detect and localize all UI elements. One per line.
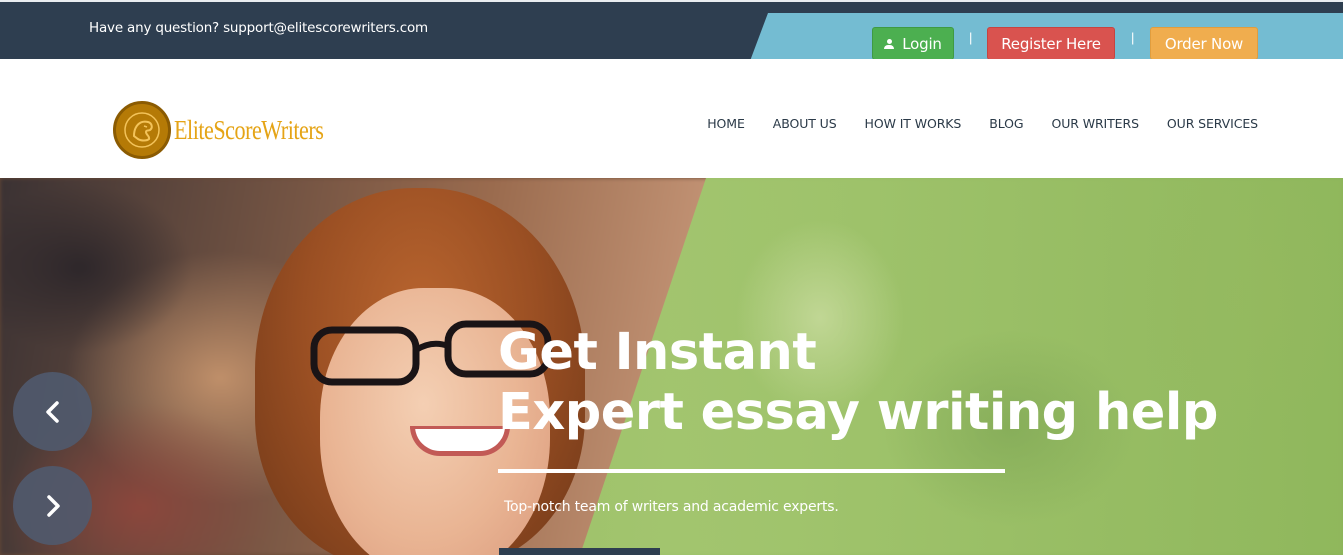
slider-prev-button[interactable] — [13, 372, 92, 451]
top-bar: Have any question? support@elitescorewri… — [0, 0, 1343, 61]
hero-photo-smile — [410, 426, 510, 456]
slider-next-button[interactable] — [13, 466, 92, 545]
nav-item-home[interactable]: HOME — [707, 116, 745, 131]
nav-item-how-it-works[interactable]: HOW IT WORKS — [865, 116, 962, 131]
main-nav: HOME ABOUT US HOW IT WORKS BLOG OUR WRIT… — [679, 116, 1258, 131]
hero-heading: Get Instant Expert essay writing help — [498, 323, 1218, 443]
register-button[interactable]: Register Here — [987, 27, 1115, 60]
main-navbar: EliteScoreWriters HOME ABOUT US HOW IT W… — [0, 59, 1343, 178]
lion-head-icon — [113, 101, 171, 159]
user-icon — [884, 38, 895, 49]
hero-heading-line2: Expert essay writing help — [498, 383, 1218, 442]
nav-item-our-services[interactable]: OUR SERVICES — [1167, 116, 1258, 131]
order-now-button[interactable]: Order Now — [1150, 27, 1258, 60]
hero-divider — [498, 469, 1005, 473]
hero-cta-button[interactable] — [499, 548, 660, 555]
contact-question: Have any question? support@elitescorewri… — [89, 20, 428, 36]
site-logo[interactable]: EliteScoreWriters — [113, 101, 356, 159]
nav-item-about-us[interactable]: ABOUT US — [773, 116, 837, 131]
hero-slider: Get Instant Expert essay writing help To… — [0, 178, 1343, 555]
nav-item-our-writers[interactable]: OUR WRITERS — [1051, 116, 1139, 131]
separator: | — [1131, 30, 1135, 45]
chevron-left-icon — [45, 400, 59, 423]
hero-subtitle: Top-notch team of writers and academic e… — [504, 499, 839, 515]
logo-text: EliteScoreWriters — [174, 114, 324, 145]
chevron-right-icon — [46, 494, 60, 517]
login-button[interactable]: Login — [872, 27, 954, 60]
nav-item-blog[interactable]: BLOG — [989, 116, 1023, 131]
hero-heading-line1: Get Instant — [498, 323, 817, 382]
separator: | — [969, 30, 973, 45]
login-label: Login — [902, 34, 942, 53]
